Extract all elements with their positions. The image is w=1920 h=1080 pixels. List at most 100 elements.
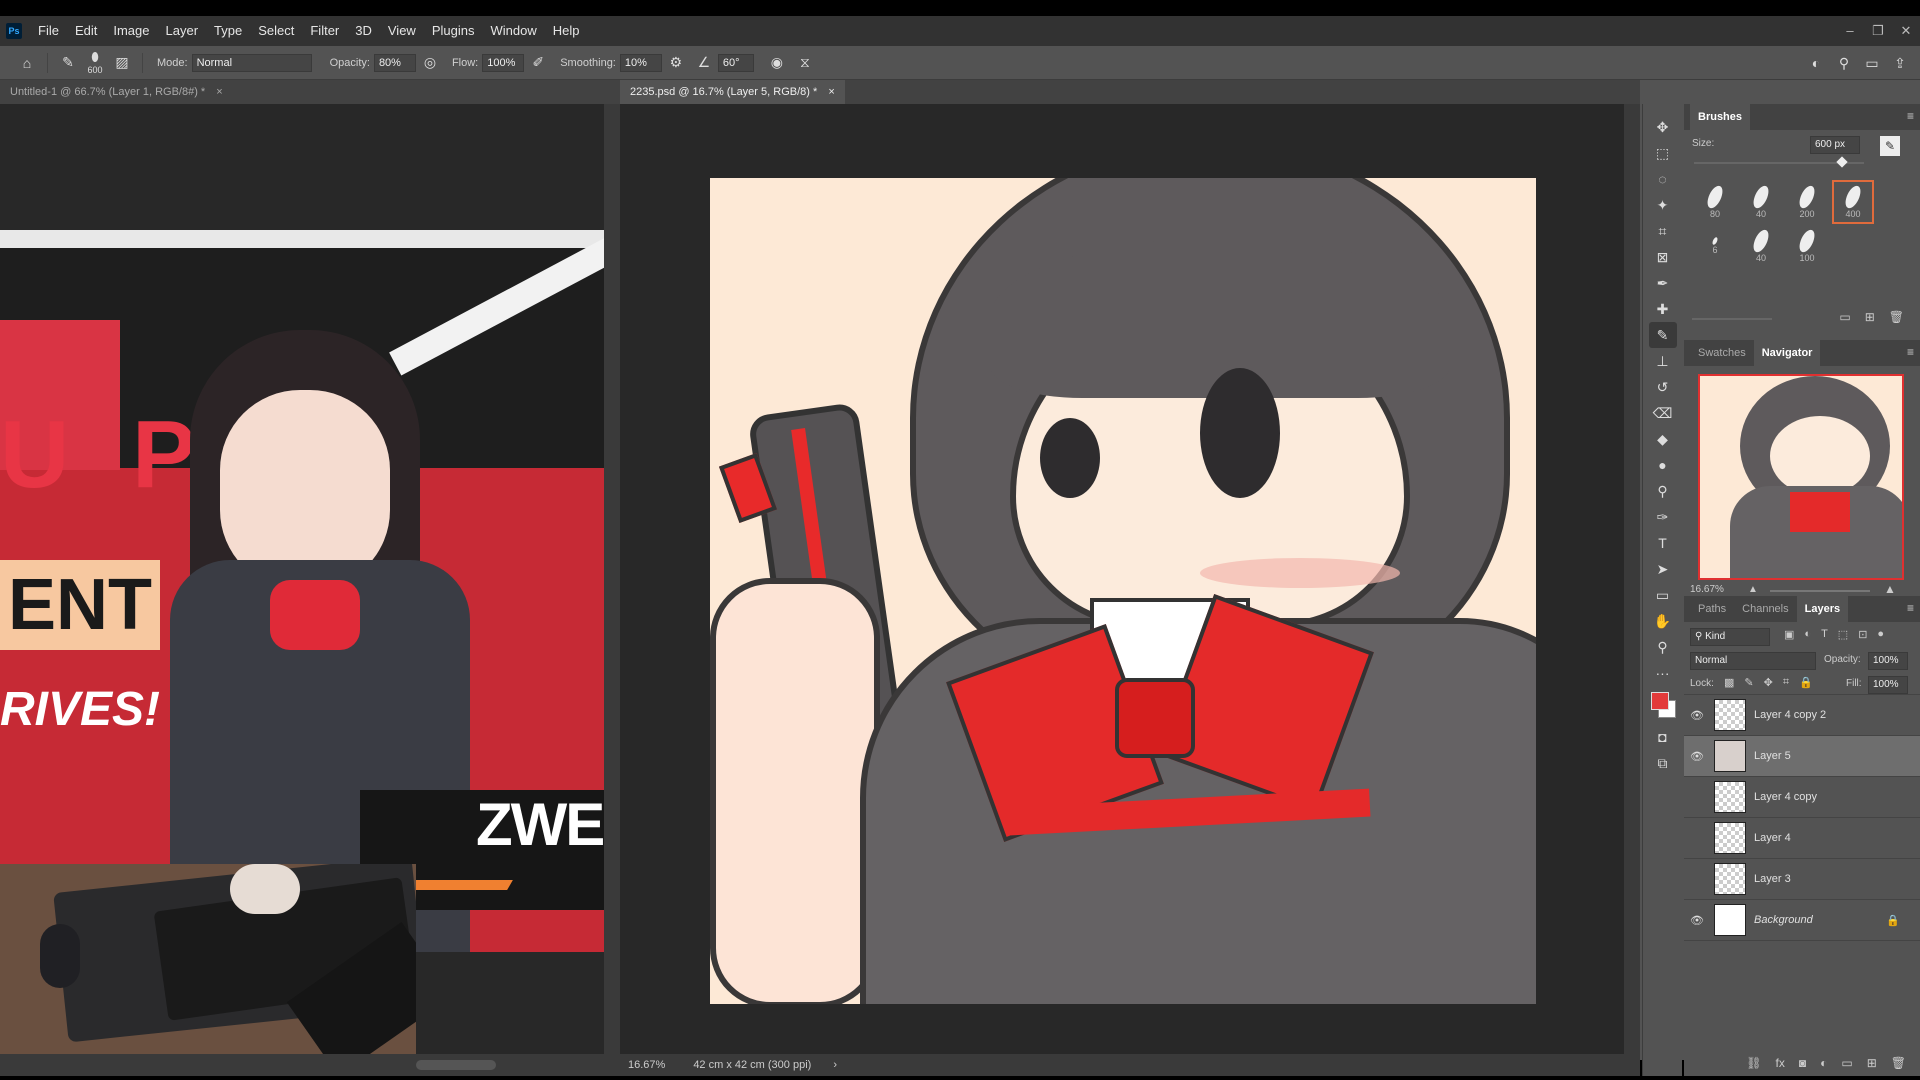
fx-icon[interactable]: fx — [1776, 1056, 1785, 1070]
workspace-icon[interactable]: ▭ — [1861, 52, 1883, 74]
menu-help[interactable]: Help — [545, 16, 588, 46]
status-menu-arrow-icon[interactable]: › — [833, 1059, 837, 1071]
pen-tool-icon[interactable]: ✑ — [1649, 504, 1677, 530]
stamp-tool-icon[interactable]: ⊥ — [1649, 348, 1677, 374]
visibility-eye-icon[interactable]: 👁 — [1684, 709, 1710, 722]
mode-select[interactable]: Normal — [191, 53, 312, 72]
magic-wand-tool-icon[interactable]: ✦ — [1649, 192, 1677, 218]
quick-mask-icon[interactable]: ◘ — [1649, 724, 1677, 750]
menu-3d[interactable]: 3D — [347, 16, 380, 46]
brush-preset[interactable]: 40 — [1740, 224, 1782, 268]
layer-filter-kind-select[interactable]: ⚲ Kind — [1690, 628, 1770, 646]
brush-settings-panel-icon[interactable]: ▨ — [111, 52, 133, 74]
pressure-opacity-icon[interactable]: ◎ — [419, 52, 441, 74]
menu-plugins[interactable]: Plugins — [424, 16, 483, 46]
visibility-eye-icon[interactable]: 👁 — [1684, 750, 1710, 763]
angle-field[interactable]: 60° — [717, 53, 754, 72]
tab-channels[interactable]: Channels — [1734, 596, 1796, 622]
reference-canvas[interactable]: U P ENT RIVES! ZWEI — [0, 104, 604, 1054]
brush-size-picker[interactable]: ⬮ 600 — [82, 48, 108, 78]
foreground-color-swatch[interactable] — [1650, 692, 1669, 710]
brush-preset[interactable]: 100 — [1786, 224, 1828, 268]
layer-row-selected[interactable]: 👁 Layer 5 — [1684, 736, 1920, 777]
history-brush-tool-icon[interactable]: ↺ — [1649, 374, 1677, 400]
tab-untitled-1[interactable]: Untitled-1 @ 66.7% (Layer 1, RGB/8#) * × — [0, 80, 233, 104]
layer-row[interactable]: Layer 4 — [1684, 818, 1920, 859]
filter-toggle-icon[interactable]: ● — [1877, 628, 1884, 641]
filter-type-icon[interactable]: T — [1821, 628, 1828, 641]
left-vertical-scrollbar[interactable] — [604, 104, 620, 1054]
dodge-tool-icon[interactable]: ⚲ — [1649, 478, 1677, 504]
delete-brush-trash-icon[interactable]: 🗑 — [1889, 310, 1904, 324]
zoom-level[interactable]: 16.67% — [628, 1059, 665, 1071]
lock-all-icon[interactable]: 🔒 — [1799, 676, 1813, 689]
brush-preset[interactable]: 80 — [1694, 180, 1736, 224]
add-mask-icon[interactable]: ◙ — [1799, 1056, 1806, 1070]
tab-swatches[interactable]: Swatches — [1690, 340, 1754, 366]
brush-preset[interactable]: 40 — [1740, 180, 1782, 224]
smoothing-field[interactable]: 10% — [619, 53, 662, 72]
zoom-in-icon[interactable]: ▲ — [1884, 582, 1896, 596]
lasso-tool-icon[interactable]: ◌ — [1649, 166, 1677, 192]
menu-edit[interactable]: Edit — [67, 16, 105, 46]
close-window-button[interactable]: ✕ — [1892, 16, 1920, 46]
brush-size-field[interactable]: 600 px — [1810, 136, 1860, 154]
smoothing-settings-gear-icon[interactable]: ⚙ — [665, 52, 687, 74]
lock-artboard-icon[interactable]: ⌗ — [1783, 676, 1789, 689]
layer-row-background[interactable]: 👁 Background 🔒 — [1684, 900, 1920, 941]
fill-field[interactable]: 100% — [1868, 676, 1908, 694]
filter-shape-icon[interactable]: ⬚ — [1838, 628, 1848, 641]
layer-row[interactable]: Layer 4 copy — [1684, 777, 1920, 818]
menu-image[interactable]: Image — [105, 16, 157, 46]
type-tool-icon[interactable]: T — [1649, 530, 1677, 556]
share-icon[interactable]: ⇪ — [1889, 52, 1911, 74]
share-user-icon[interactable]: ◐ — [1805, 52, 1827, 74]
layer-row[interactable]: Layer 3 — [1684, 859, 1920, 900]
menu-select[interactable]: Select — [250, 16, 302, 46]
right-vertical-scrollbar[interactable] — [1624, 104, 1640, 1054]
close-tab-icon[interactable]: × — [828, 86, 834, 98]
tab-2235-psd[interactable]: 2235.psd @ 16.7% (Layer 5, RGB/8) * × — [620, 80, 845, 104]
eyedropper-tool-icon[interactable]: ✒ — [1649, 270, 1677, 296]
lock-pixels-icon[interactable]: ✎ — [1744, 676, 1753, 689]
rectangle-tool-icon[interactable]: ▭ — [1649, 582, 1677, 608]
adjustment-layer-icon[interactable]: ◐ — [1820, 1056, 1827, 1070]
crop-tool-icon[interactable]: ⌗ — [1649, 218, 1677, 244]
symmetry-icon[interactable]: ⧖ — [794, 52, 816, 74]
visibility-eye-icon[interactable]: 👁 — [1684, 914, 1710, 927]
tab-brushes[interactable]: Brushes — [1690, 104, 1751, 130]
opacity-field[interactable]: 80% — [373, 53, 416, 72]
frame-tool-icon[interactable]: ⊠ — [1649, 244, 1677, 270]
paint-bucket-tool-icon[interactable]: ◆ — [1649, 426, 1677, 452]
delete-layer-icon[interactable]: 🗑 — [1891, 1056, 1906, 1070]
menu-layer[interactable]: Layer — [158, 16, 207, 46]
navigator-preview[interactable] — [1698, 374, 1904, 580]
pressure-size-icon[interactable]: ◉ — [766, 52, 788, 74]
brush-preset[interactable]: 6 — [1694, 224, 1736, 268]
restore-button[interactable]: ❐ — [1864, 16, 1892, 46]
move-tool-icon[interactable]: ✥ — [1649, 114, 1677, 140]
healing-brush-tool-icon[interactable]: ✚ — [1649, 296, 1677, 322]
left-horizontal-scrollbar[interactable] — [416, 1060, 496, 1070]
path-selection-tool-icon[interactable]: ➤ — [1649, 556, 1677, 582]
zoom-out-icon[interactable]: ▲ — [1748, 584, 1758, 595]
navigator-zoom-slider[interactable] — [1770, 590, 1870, 592]
marquee-tool-icon[interactable]: ⬚ — [1649, 140, 1677, 166]
panel-menu-icon[interactable]: ≡ — [1907, 345, 1914, 359]
brush-tool-preset-icon[interactable]: ✎ — [57, 52, 79, 74]
link-layers-icon[interactable]: ⛓ — [1746, 1056, 1761, 1070]
tab-paths[interactable]: Paths — [1690, 596, 1734, 622]
panel-menu-icon[interactable]: ≡ — [1907, 109, 1914, 123]
preview-size-slider[interactable] — [1692, 318, 1772, 320]
layer-opacity-field[interactable]: 100% — [1868, 652, 1908, 670]
filter-adjustment-icon[interactable]: ◐ — [1804, 628, 1811, 641]
home-icon[interactable]: ⌂ — [16, 52, 38, 74]
menu-filter[interactable]: Filter — [302, 16, 347, 46]
lock-transparency-icon[interactable]: ▩ — [1724, 676, 1734, 689]
minimize-button[interactable]: – — [1836, 16, 1864, 46]
eraser-tool-icon[interactable]: ⌫ — [1649, 400, 1677, 426]
search-icon[interactable]: ⚲ — [1833, 52, 1855, 74]
brush-preset[interactable]: 200 — [1786, 180, 1828, 224]
new-group-icon[interactable]: ▭ — [1841, 1056, 1852, 1070]
filter-pixel-icon[interactable]: ▣ — [1784, 628, 1794, 641]
